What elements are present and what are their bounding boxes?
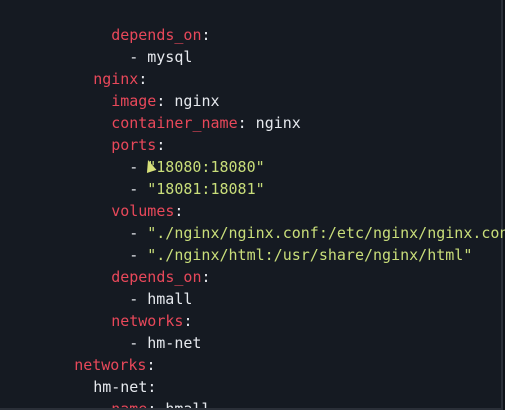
code-line: nginx: (39, 46, 147, 88)
code-line: container_name: nginx (57, 90, 301, 132)
code-line: image: nginx (57, 68, 219, 110)
code-line: name: hmall (57, 376, 210, 410)
code-line: - mysql (75, 24, 192, 66)
code-line: - "./nginx/nginx.conf:/etc/nginx/nginx.c… (75, 200, 505, 242)
yaml-colon: : (201, 26, 211, 44)
code-line: - hm-net (75, 310, 201, 352)
code-line: ports: (57, 112, 165, 154)
code-editor[interactable]: depends_on: - mysql nginx: image: nginx … (0, 0, 505, 410)
code-line: - "18080:18080" (75, 134, 264, 176)
yaml-colon: : (237, 114, 247, 132)
code-line: - hmall (75, 266, 192, 308)
yaml-colon: : (201, 268, 211, 286)
code-line: networks: (57, 288, 192, 330)
code-line: depends_on: (57, 244, 210, 286)
yaml-value: nginx (246, 114, 301, 132)
code-line: volumes: (57, 178, 183, 220)
code-line: - "./nginx/html:/usr/share/nginx/html" (75, 222, 472, 264)
code-line: hm-net: (39, 354, 156, 396)
code-line: depends_on: (57, 2, 210, 44)
code-line: networks: (20, 332, 155, 374)
code-line: - "18081:18081" (75, 156, 264, 198)
yaml-value: mysql (147, 48, 193, 66)
